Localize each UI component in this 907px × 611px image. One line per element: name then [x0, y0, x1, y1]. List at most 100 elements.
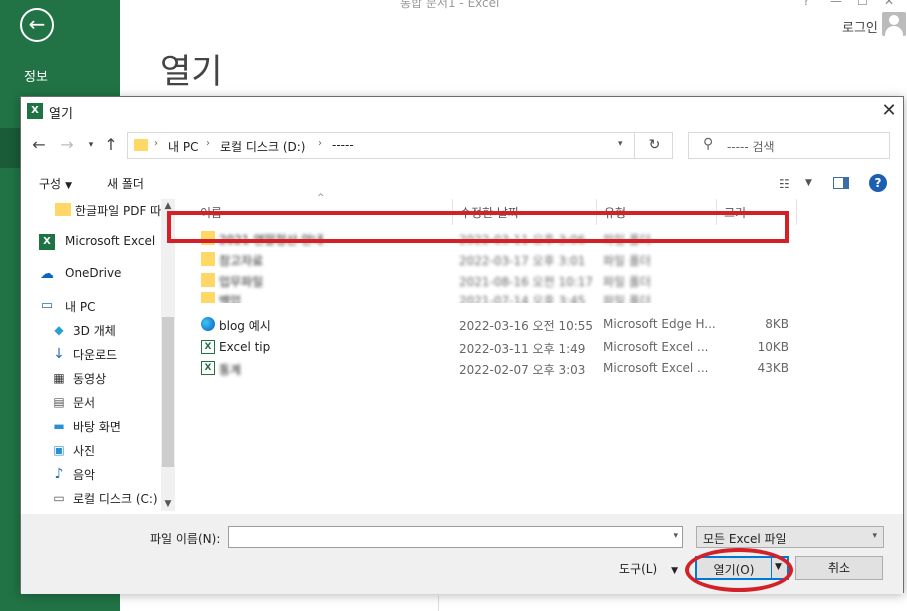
cube-icon: ◆ — [54, 323, 64, 337]
edge-icon — [201, 317, 215, 331]
file-row-selected[interactable]: blog 예시 2022-03-16 오전 10:55 Microsoft Ed… — [191, 314, 811, 334]
filename-input[interactable]: ▾ — [228, 526, 683, 548]
backstage-title: 열기 — [160, 52, 223, 92]
refresh-icon[interactable]: ↻ — [634, 133, 674, 158]
file-name: blog 예시 — [219, 319, 271, 333]
chevron-down-icon[interactable]: ▾ — [618, 139, 623, 149]
file-row[interactable]: X Excel tip 2022-03-11 오후 1:49 Microsoft… — [191, 337, 811, 357]
file-date: 2022-02-07 오후 3:03 — [459, 363, 586, 377]
organize-button[interactable]: 구성 ▼ — [39, 175, 72, 192]
breadcrumb-pc[interactable]: 내 PC — [168, 138, 198, 155]
video-icon: ▦ — [53, 371, 65, 385]
dialog-title: 열기 — [49, 107, 73, 122]
nav-item-label: OneDrive — [65, 266, 122, 280]
help-icon[interactable]: ? — [869, 174, 887, 192]
file-row[interactable]: X 통계 2022-02-07 오후 3:03 Microsoft Excel … — [191, 358, 811, 378]
login-link[interactable]: 로그인 — [842, 17, 878, 36]
chevron-down-icon[interactable]: ▼ — [805, 178, 812, 188]
file-name: Excel tip — [219, 340, 271, 354]
filename-label: 파일 이름(N): — [150, 532, 221, 546]
search-input[interactable]: ⚲ ----- 검색 — [688, 132, 890, 159]
filetype-select[interactable]: 모든 Excel 파일 ▾ — [696, 526, 884, 548]
excel-icon: X — [27, 103, 43, 119]
chevron-up-icon[interactable]: ▲ — [161, 201, 175, 211]
filetype-value: 모든 Excel 파일 — [703, 532, 787, 546]
nav-item-label: 로컬 디스크 (C:) — [73, 492, 158, 506]
folder-icon — [134, 139, 148, 151]
folder-icon — [201, 252, 215, 266]
file-name: 백업 — [219, 294, 242, 303]
dialog-titlebar: X 열기 ✕ — [21, 97, 903, 125]
nav-item-label: Microsoft Excel — [65, 234, 156, 248]
onedrive-icon: ☁ — [40, 266, 54, 282]
chevron-down-icon: ▾ — [872, 531, 877, 541]
nav-item-label: 동영상 — [73, 372, 107, 386]
folder-icon — [55, 203, 71, 216]
chevron-down-icon[interactable]: ▼ — [161, 499, 175, 509]
open-file-dialog: X 열기 ✕ ← → ▾ ↑ › 내 PC › 로컬 디스크 (D:) › --… — [20, 96, 904, 594]
file-type: 파일 폴더 — [603, 294, 651, 303]
file-name: 참고자료 — [219, 254, 264, 268]
nav-item-label: 문서 — [73, 396, 96, 410]
chevron-right-icon[interactable]: › — [154, 138, 158, 149]
chevron-down-icon: ▼ — [65, 181, 73, 191]
new-folder-button[interactable]: 새 폴더 — [107, 175, 144, 192]
avatar[interactable] — [882, 12, 906, 36]
desktop-icon: ▬ — [53, 419, 65, 433]
nav-item-label: 사진 — [73, 444, 96, 458]
window-close-icon[interactable]: ✕ — [884, 0, 894, 8]
preview-pane-icon[interactable] — [833, 177, 849, 189]
file-type: Microsoft Edge H... — [603, 317, 716, 331]
highlight-circle-annotation — [685, 548, 793, 592]
file-row[interactable]: 백업 2021-07-14 오후 3:45 파일 폴더 — [191, 289, 811, 303]
drive-icon: ▭ — [53, 491, 65, 505]
file-row[interactable]: 참고자료 2022-03-17 오후 3:01 파일 폴더 — [191, 249, 811, 269]
scroll-thumb[interactable] — [162, 317, 174, 467]
divider — [438, 596, 439, 611]
file-type: Microsoft Excel ... — [603, 340, 709, 354]
chevron-right-icon[interactable]: › — [318, 138, 322, 149]
music-icon: ♪ — [54, 466, 64, 482]
nav-item-label: 3D 개체 — [73, 324, 116, 338]
dialog-close-button[interactable]: ✕ — [877, 99, 901, 123]
navigation-pane: 한글파일 PDF 따 X Microsoft Excel ☁ OneDrive … — [39, 199, 175, 511]
cancel-button[interactable]: 취소 — [795, 556, 883, 580]
nav-item-label: 음악 — [73, 468, 96, 482]
window-maximize-icon[interactable]: ☐ — [857, 0, 868, 8]
chevron-down-icon: ▼ — [671, 566, 679, 576]
breadcrumb-drive[interactable]: 로컬 디스크 (D:) — [220, 138, 305, 155]
recent-locations-chevron-icon[interactable]: ▾ — [81, 135, 101, 155]
nav-item-label: 바탕 화면 — [73, 420, 121, 434]
chevron-down-icon[interactable]: ▾ — [673, 531, 678, 541]
window-minimize-icon[interactable]: — — [830, 0, 842, 8]
file-date: 2021-08-16 오전 10:17 — [459, 275, 594, 289]
file-size: 43KB — [757, 361, 789, 375]
file-date: 2022-03-17 오후 3:01 — [459, 254, 586, 268]
backstage-info-item[interactable]: 정보 — [24, 66, 48, 85]
file-size: 10KB — [757, 340, 789, 354]
back-arrow-icon[interactable]: ← — [20, 8, 54, 42]
file-name: 업무파일 — [219, 275, 264, 289]
tools-menu-button[interactable]: 도구(L) ▼ — [619, 560, 678, 577]
search-placeholder: ----- 검색 — [727, 140, 775, 154]
organize-label: 구성 — [39, 177, 62, 191]
window-help-icon[interactable]: ? — [803, 0, 809, 8]
search-icon: ⚲ — [703, 136, 714, 152]
nav-item-label: 한글파일 PDF 따 — [75, 204, 162, 218]
address-bar[interactable]: › 내 PC › 로컬 디스크 (D:) › ----- ▾ ↻ — [127, 132, 673, 159]
file-type: 파일 폴더 — [603, 275, 651, 289]
forward-arrow-icon[interactable]: → — [57, 135, 77, 155]
nav-item-label: 내 PC — [65, 300, 96, 314]
folder-icon — [201, 292, 215, 303]
breadcrumb-folder[interactable]: ----- — [332, 138, 354, 152]
up-arrow-icon[interactable]: ↑ — [101, 135, 121, 155]
view-options-icon[interactable]: ☷ — [779, 177, 790, 191]
file-date: 2021-07-14 오후 3:45 — [459, 294, 586, 303]
file-row[interactable]: 업무파일 2021-08-16 오전 10:17 파일 폴더 — [191, 270, 811, 290]
excel-icon: X — [39, 234, 55, 250]
file-name: 통계 — [219, 363, 242, 377]
nav-scrollbar[interactable]: ▲ ▼ — [161, 199, 175, 511]
chevron-right-icon[interactable]: › — [206, 138, 210, 149]
back-arrow-icon[interactable]: ← — [29, 135, 49, 155]
file-date: 2022-03-16 오전 10:55 — [459, 319, 594, 333]
